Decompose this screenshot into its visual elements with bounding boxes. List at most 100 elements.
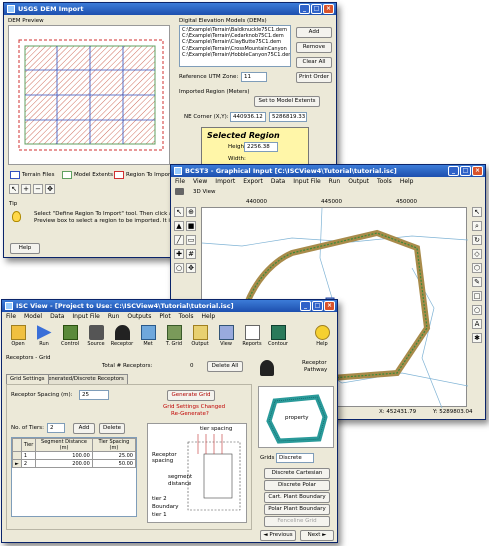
list-item[interactable]: C:\Example\Terrain\CrossMountainCanyon <box>182 46 288 52</box>
receptor-spacing-field[interactable]: 25 <box>79 390 109 400</box>
maximize-button[interactable]: □ <box>312 301 323 311</box>
table-row[interactable]: 1 100.00 25.00 <box>12 451 136 460</box>
grid-tool-icon[interactable]: # <box>186 249 196 259</box>
area-tool-icon[interactable]: ▭ <box>186 235 196 245</box>
rotate-icon[interactable]: ↻ <box>472 235 482 245</box>
arrow-icon[interactable]: ↖ <box>472 207 482 217</box>
add-button[interactable]: Add <box>296 27 332 38</box>
next-button[interactable]: Next ► <box>300 530 334 541</box>
menu-import[interactable]: Import <box>215 178 235 185</box>
maximize-button[interactable]: □ <box>460 166 471 176</box>
height-field[interactable]: 2256.38 <box>244 142 278 152</box>
source-tool[interactable]: Source <box>84 323 108 347</box>
close-button[interactable]: × <box>323 4 334 14</box>
control-tool[interactable]: Control <box>58 323 82 347</box>
discrete-polar-button[interactable]: Discrete Polar <box>264 480 330 491</box>
menu-file[interactable]: File <box>6 313 16 320</box>
grids-select[interactable]: Discrete <box>276 453 314 463</box>
polygon-icon[interactable]: ⬡ <box>472 263 482 273</box>
receptor-tool-icon[interactable]: ✚ <box>174 249 184 259</box>
printer-icon[interactable] <box>175 188 184 195</box>
ellipse-icon[interactable]: ○ <box>472 305 482 315</box>
view-3d-button[interactable]: 3D View <box>193 189 216 195</box>
diamond-icon[interactable]: ◇ <box>472 249 482 259</box>
print-order-button[interactable]: Print Order <box>296 72 332 83</box>
source-tool-icon[interactable]: ▲ <box>174 221 184 231</box>
menu-file[interactable]: File <box>175 178 185 185</box>
tab-generated-discrete[interactable]: Generated/Discrete Receptors <box>40 374 128 384</box>
delete-all-button[interactable]: Delete All <box>207 361 243 372</box>
pan-icon[interactable]: ✥ <box>45 184 55 194</box>
menu-plot[interactable]: Plot <box>159 313 170 320</box>
help-button[interactable]: Help <box>10 243 40 254</box>
discrete-cartesian-button[interactable]: Discrete Cartesian <box>264 468 330 479</box>
view-tool[interactable]: View <box>214 323 238 347</box>
menu-help[interactable]: Help <box>201 313 215 320</box>
menu-tools[interactable]: Tools <box>377 178 392 185</box>
clear-all-button[interactable]: Clear All <box>296 57 332 68</box>
ne-y-field[interactable]: 5286819.33 <box>269 112 307 122</box>
minimize-button[interactable]: _ <box>448 166 459 176</box>
cart-plant-boundary-button[interactable]: Cart. Plant Boundary <box>264 492 330 503</box>
select-tool-icon[interactable]: ↖ <box>9 184 19 194</box>
table-row[interactable]: ► 2 200.00 50.00 <box>12 459 136 468</box>
met-tool[interactable]: Met <box>136 323 160 347</box>
magnify-icon[interactable]: ⌕ <box>472 221 482 231</box>
set-model-extents-button[interactable]: Set to Model Extents <box>254 96 320 107</box>
menu-outputs[interactable]: Outputs <box>127 313 151 320</box>
menu-tools[interactable]: Tools <box>179 313 194 320</box>
pointer-tool-icon[interactable]: ↖ <box>174 207 184 217</box>
target-tool-icon[interactable]: ⊕ <box>186 207 196 217</box>
ruler-tick-3: 450000 <box>396 199 417 205</box>
generate-grid-button[interactable]: Generate Grid <box>167 390 215 401</box>
close-button[interactable]: × <box>324 301 335 311</box>
menu-data[interactable]: Data <box>271 178 285 185</box>
text-tool-icon[interactable]: A <box>472 319 482 329</box>
output-tool[interactable]: Output <box>188 323 212 347</box>
menu-input-file[interactable]: Input File <box>293 178 320 185</box>
menu-model[interactable]: Model <box>24 313 42 320</box>
previous-button[interactable]: ◄ Previous <box>260 530 296 541</box>
run-tool[interactable]: Run <box>32 323 56 347</box>
delete-tier-button[interactable]: Delete <box>99 423 125 434</box>
menu-help[interactable]: Help <box>400 178 414 185</box>
menu-data[interactable]: Data <box>50 313 64 320</box>
help-tool[interactable]: Help <box>310 323 334 347</box>
receptor-tool[interactable]: Receptor <box>110 323 134 347</box>
menu-run[interactable]: Run <box>329 178 341 185</box>
ne-x-field[interactable]: 440936.12 <box>230 112 266 122</box>
reports-tool[interactable]: Reports <box>240 323 264 347</box>
contour-tool[interactable]: Contour <box>266 323 290 347</box>
dem-file-list[interactable]: C:\Example\Terrain\Baldknuckle75C1.dem C… <box>179 25 291 67</box>
pencil-icon[interactable]: ✎ <box>472 277 482 287</box>
close-button[interactable]: × <box>472 166 483 176</box>
minimize-button[interactable]: _ <box>299 4 310 14</box>
line-tool-icon[interactable]: ╱ <box>174 235 184 245</box>
open-tool[interactable]: Open <box>6 323 30 347</box>
menu-export[interactable]: Export <box>243 178 263 185</box>
polar-plant-boundary-button[interactable]: Polar Plant Boundary <box>264 504 330 515</box>
zoom-in-icon[interactable]: + <box>21 184 31 194</box>
move-tool-icon[interactable]: ✥ <box>186 263 196 273</box>
zoom-out-icon[interactable]: − <box>33 184 43 194</box>
menu-run[interactable]: Run <box>108 313 120 320</box>
menu-output[interactable]: Output <box>348 178 369 185</box>
star-icon[interactable]: ✱ <box>472 333 482 343</box>
menu-view[interactable]: View <box>193 178 207 185</box>
building-tool-icon[interactable]: ■ <box>186 221 196 231</box>
remove-button[interactable]: Remove <box>296 42 332 53</box>
minimize-button[interactable]: _ <box>300 301 311 311</box>
list-item[interactable]: C:\Example\Terrain\ClayButte75C1.dem <box>182 39 288 45</box>
menu-input-file[interactable]: Input File <box>72 313 99 320</box>
tab-grid-settings[interactable]: Grid Settings <box>6 374 49 384</box>
rectangle-icon[interactable]: □ <box>472 291 482 301</box>
number-of-tiers-stepper[interactable]: 2 <box>47 423 65 433</box>
utm-zone-select[interactable]: 11 <box>241 72 267 82</box>
maximize-button[interactable]: □ <box>311 4 322 14</box>
dem-preview-canvas[interactable] <box>8 25 170 165</box>
fenceline-grid-button[interactable]: Fenceline Grid <box>264 516 330 527</box>
add-tier-button[interactable]: Add <box>73 423 95 434</box>
list-item[interactable]: C:\Example\Terrain\HobbleCanyon75C1.dem <box>182 52 290 58</box>
terrain-grid-tool[interactable]: T. Grid <box>162 323 186 347</box>
circle-tool-icon[interactable]: ○ <box>174 263 184 273</box>
